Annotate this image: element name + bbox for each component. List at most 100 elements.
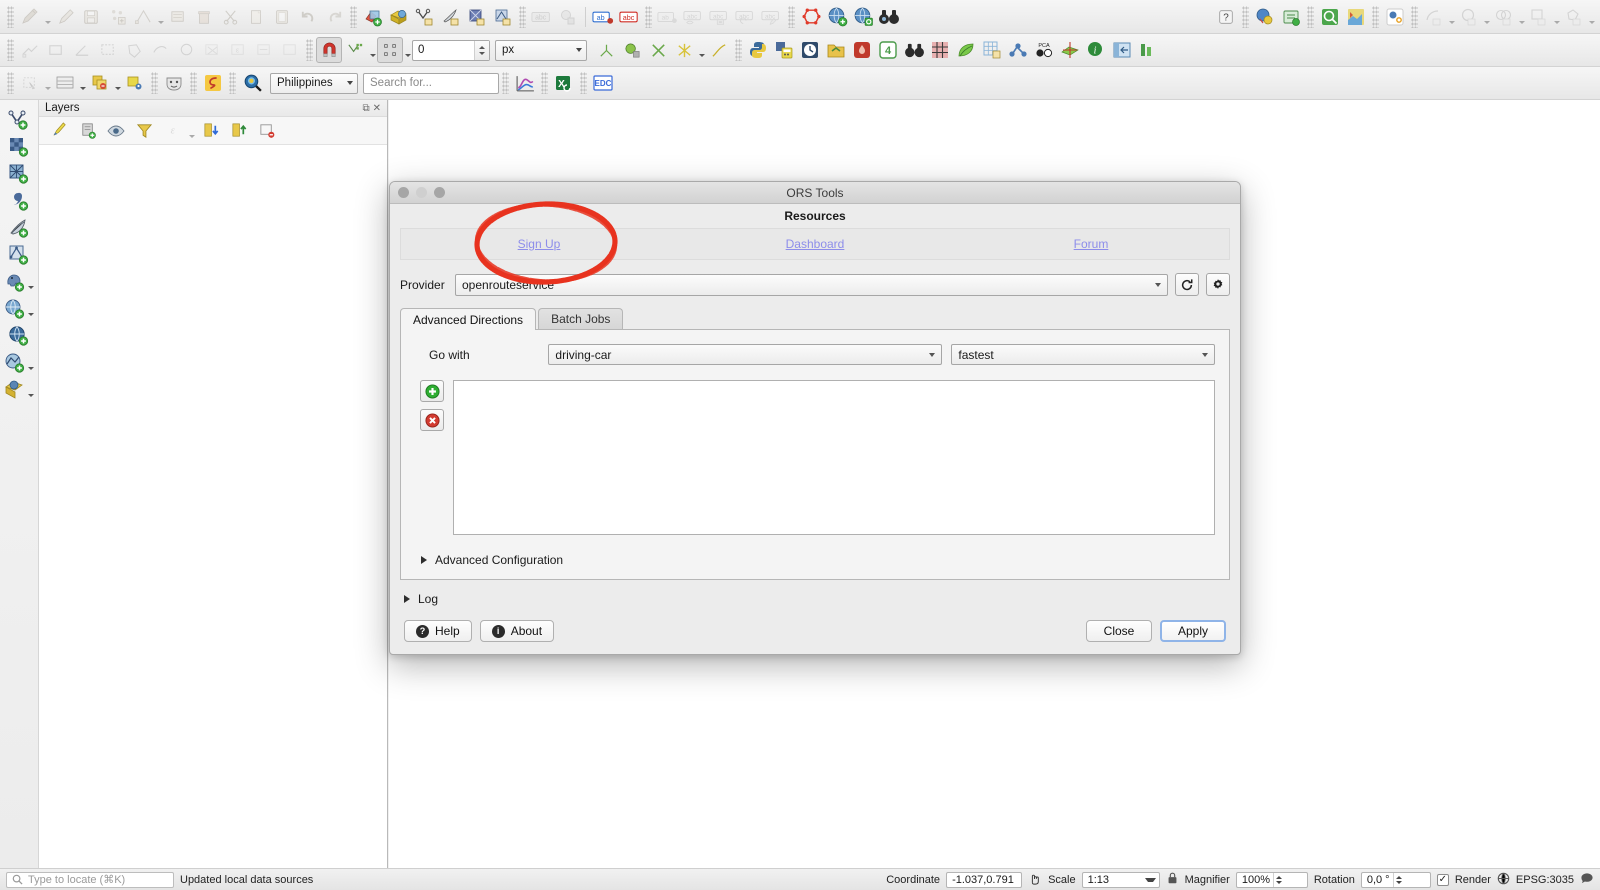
mask-theater-icon[interactable] (161, 70, 187, 96)
coordinate-input[interactable]: -1.037,0.791 (946, 872, 1022, 888)
wcs-caret[interactable] (26, 350, 35, 376)
plugins-grip[interactable] (735, 39, 742, 61)
undock-icon[interactable]: ⧉ (362, 103, 369, 114)
pca-plugin-icon[interactable]: PCA (1031, 37, 1057, 63)
geoprocessing-dissolve-icon[interactable] (1526, 4, 1552, 30)
grid-create-icon[interactable] (979, 37, 1005, 63)
filter-legend-expression-icon[interactable]: ε (159, 118, 185, 144)
label-highlight-blue-icon[interactable]: ab (590, 4, 616, 30)
snap-topological-icon[interactable] (593, 37, 619, 63)
snapping-type-caret[interactable] (403, 37, 412, 63)
open-project-folder-icon[interactable] (823, 37, 849, 63)
scale-combo[interactable]: 1:13 (1082, 872, 1160, 888)
toolbar-grip-4[interactable] (645, 6, 652, 28)
remove-waypoint-button[interactable] (420, 409, 444, 431)
toolbar-grip-7[interactable] (1307, 6, 1314, 28)
toolbar-grip-3[interactable] (519, 6, 526, 28)
time-manager-icon[interactable] (797, 37, 823, 63)
open-layer-styling-icon[interactable] (47, 118, 73, 144)
dashboard-link[interactable]: Dashboard (677, 237, 953, 251)
identify-info-icon[interactable]: i (1083, 37, 1109, 63)
leaf-plugin-icon[interactable] (953, 37, 979, 63)
add-waypoint-button[interactable] (420, 380, 444, 402)
measure-area-icon[interactable] (43, 37, 69, 63)
deselect-icon[interactable] (199, 37, 225, 63)
filter-legend-icon[interactable] (131, 118, 157, 144)
select-polygon-icon[interactable] (121, 37, 147, 63)
refresh-providers-button[interactable] (1175, 273, 1199, 296)
row3-grip-7[interactable] (580, 72, 587, 94)
render-checkbox[interactable]: ✓ (1437, 874, 1449, 886)
redo-icon[interactable] (321, 4, 347, 30)
select-rect-icon[interactable] (17, 70, 43, 96)
row3-grip[interactable] (7, 72, 14, 94)
add-feature-icon[interactable] (104, 4, 130, 30)
select-freehand-icon[interactable] (147, 37, 173, 63)
plot-curve-icon[interactable] (512, 70, 538, 96)
select-by-value-icon[interactable] (251, 37, 277, 63)
geoprocessing-convexhull-icon[interactable] (1561, 4, 1587, 30)
help-question-icon[interactable]: ? (1213, 4, 1239, 30)
expand-all-icon[interactable] (198, 118, 224, 144)
buffer-caret[interactable] (1447, 4, 1456, 30)
snap-grip[interactable] (7, 39, 14, 61)
waypoint-list[interactable] (453, 380, 1215, 535)
snap-avoid-overlap-icon[interactable] (619, 37, 645, 63)
collapse-all-icon[interactable] (226, 118, 252, 144)
snapping-mode-icon[interactable] (342, 37, 368, 63)
processing-model-icon[interactable] (1382, 4, 1408, 30)
dissolve-caret[interactable] (1552, 4, 1561, 30)
excel-export-icon[interactable]: X (551, 70, 577, 96)
snapping-mode-caret[interactable] (368, 37, 377, 63)
coordinate-capture-icon[interactable] (1028, 871, 1042, 888)
add-vector-layer-icon[interactable] (360, 4, 386, 30)
ors-tools-icon[interactable] (200, 70, 226, 96)
vertex-tool-caret[interactable] (156, 4, 165, 30)
crs-globe-icon[interactable] (1497, 872, 1510, 888)
attribute-table-caret[interactable] (78, 70, 87, 96)
select-by-expression-icon[interactable]: ε (225, 37, 251, 63)
copy-style-caret[interactable] (113, 70, 122, 96)
toolbar-grip-6[interactable] (1242, 6, 1249, 28)
select-radius-icon[interactable] (173, 37, 199, 63)
search-binoculars-icon[interactable] (901, 37, 927, 63)
geoprocessing-intersect-icon[interactable] (1491, 4, 1517, 30)
panel-toggle-icon[interactable] (1109, 37, 1135, 63)
close-button[interactable]: Close (1086, 620, 1152, 642)
add-spatialite-rail-icon[interactable] (0, 214, 39, 241)
routing-profile-combo[interactable]: driving-car (548, 344, 942, 365)
snap-grip-2[interactable] (306, 39, 313, 61)
clip-caret[interactable] (1482, 4, 1491, 30)
snapping-tolerance-input[interactable]: 0 (412, 40, 490, 61)
raster-grid-icon[interactable] (927, 37, 953, 63)
row3-grip-6[interactable] (541, 72, 548, 94)
remove-layer-icon[interactable] (254, 118, 280, 144)
log-toggle[interactable]: Log (404, 592, 1240, 606)
globe-add-icon[interactable] (824, 4, 850, 30)
magnifier-green-icon[interactable] (1317, 4, 1343, 30)
add-vector-layer-rail-icon[interactable] (0, 106, 39, 133)
modify-attributes-icon[interactable] (165, 4, 191, 30)
network-nodes-icon[interactable] (1005, 37, 1031, 63)
dsm-caret[interactable] (26, 377, 35, 403)
row3-grip-5[interactable] (502, 72, 509, 94)
filter-expression-caret[interactable] (187, 118, 196, 144)
select-rect-caret[interactable] (43, 70, 52, 96)
add-mesh-layer-icon[interactable] (464, 4, 490, 30)
sign-up-link[interactable]: Sign Up (401, 237, 677, 251)
add-raster-layer-rail-icon[interactable] (0, 133, 39, 160)
toolbar-grip-9[interactable] (1411, 6, 1418, 28)
edit-pencil-icon[interactable] (52, 4, 78, 30)
tolerance-spin-arrows[interactable] (474, 41, 489, 60)
add-wms-rail-icon[interactable] (0, 295, 39, 322)
locator-search-input[interactable]: Type to locate (⌘K) (6, 872, 174, 888)
vertex-tool-icon[interactable] (130, 4, 156, 30)
close-panel-icon[interactable]: ✕ (373, 103, 381, 114)
snapping-magnet-icon[interactable] (316, 37, 342, 63)
search-input[interactable]: Search for... (363, 73, 499, 94)
wms-caret[interactable] (26, 296, 35, 322)
toggle-editing-caret[interactable] (43, 4, 52, 30)
provider-combo[interactable]: openrouteservice (455, 274, 1168, 296)
geoprocessing-buffer-icon[interactable] (1421, 4, 1447, 30)
data-source-manager-rail-icon[interactable] (0, 376, 39, 403)
